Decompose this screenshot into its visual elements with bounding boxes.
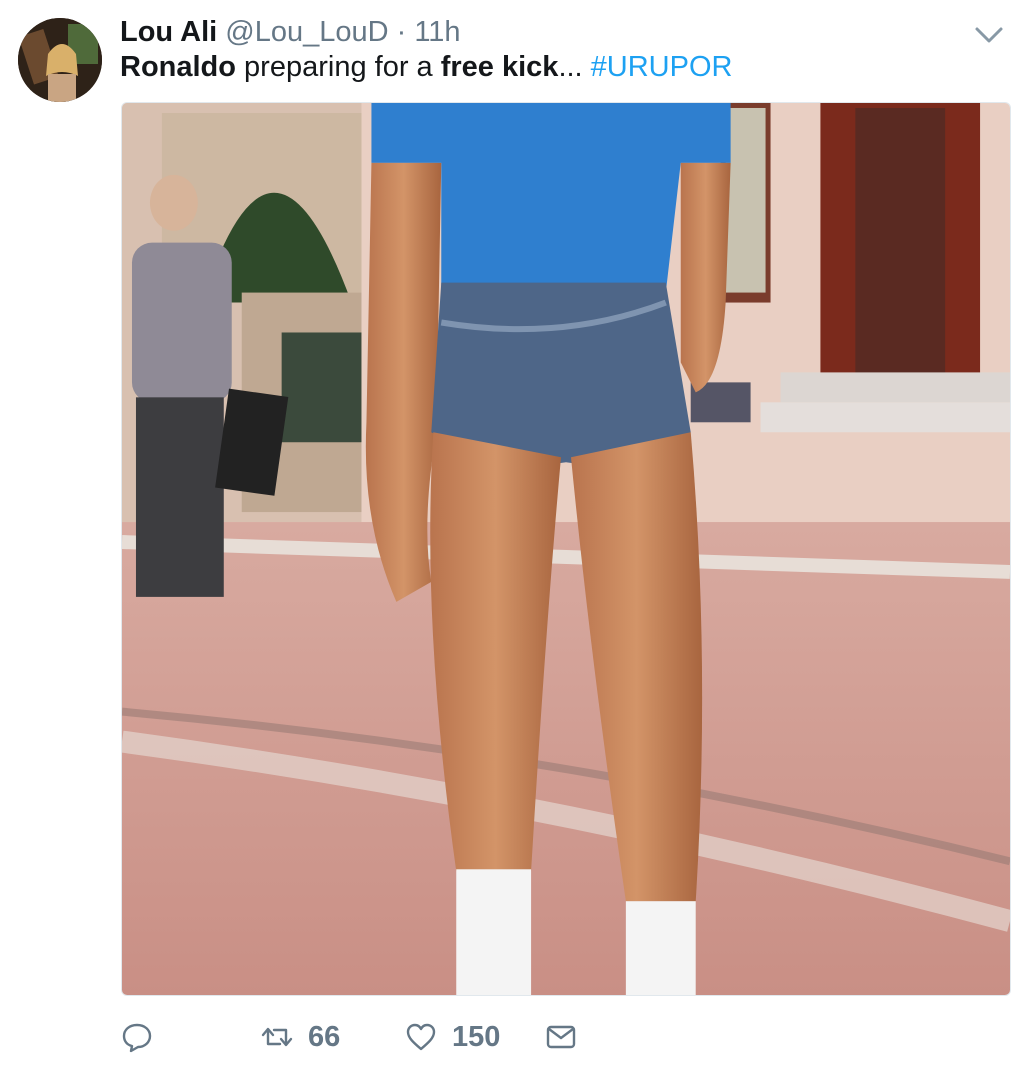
- heart-icon: [406, 1023, 436, 1051]
- like-count: 150: [452, 1020, 501, 1053]
- separator-dot: ·: [396, 16, 407, 48]
- hashtag-link[interactable]: #URUPOR: [591, 51, 733, 83]
- tweet-header: Lou Ali @Lou_LouD · 11h: [120, 14, 964, 50]
- tweet-actions: 66 150: [120, 1014, 1000, 1060]
- like-button[interactable]: 150: [404, 1014, 500, 1060]
- tweet-text-part-4: ...: [558, 51, 591, 83]
- author-name[interactable]: Lou Ali: [120, 16, 217, 48]
- author-handle[interactable]: @Lou_LouD: [225, 16, 388, 48]
- avatar-image: [18, 18, 102, 102]
- photo-street-scene: [122, 103, 1010, 995]
- tweet-text-bold-2: free kick: [440, 51, 559, 83]
- tweet-text-part-2: preparing for a: [236, 51, 441, 83]
- reply-bubble-icon: [122, 1023, 152, 1053]
- more-options-chevron-icon[interactable]: [972, 22, 1006, 48]
- reply-button[interactable]: [120, 1014, 154, 1060]
- direct-message-button[interactable]: [544, 1014, 578, 1060]
- tweet-text: Ronaldo preparing for a free kick... #UR…: [120, 49, 984, 85]
- envelope-icon: [546, 1025, 576, 1049]
- retweet-icon: [261, 1027, 293, 1047]
- avatar[interactable]: [18, 18, 102, 102]
- retweet-count: 66: [308, 1020, 341, 1053]
- tweet-time[interactable]: 11h: [414, 16, 460, 48]
- retweet-button[interactable]: 66: [260, 1014, 340, 1060]
- tweet-text-bold-1: Ronaldo: [120, 51, 236, 83]
- tweet-photo[interactable]: [121, 102, 1011, 996]
